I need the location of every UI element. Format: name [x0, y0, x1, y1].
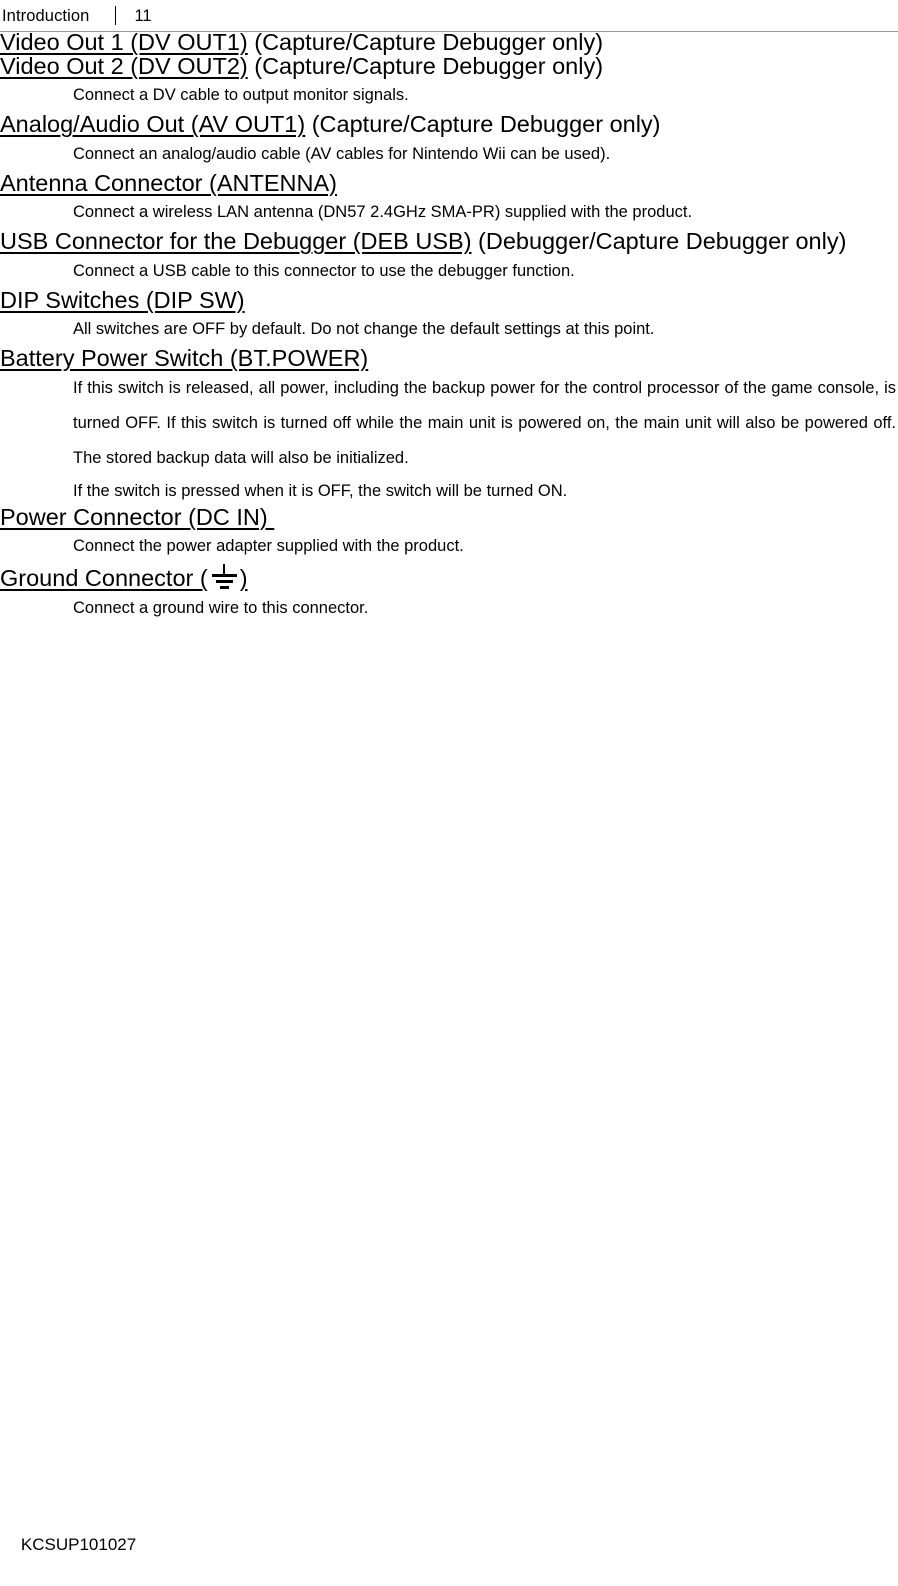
ground-symbol-bar-3 — [219, 586, 229, 589]
section-heading-video-out-2: Video Out 2 (DV OUT2) (Capture/Capture D… — [0, 52, 898, 79]
section-body-video-out-2: Connect a DV cable to output monitor sig… — [73, 86, 409, 104]
section-heading-battery-power-switch-term: Battery Power Switch (BT.POWER) — [0, 345, 369, 371]
section-heading-video-out-2-qualifier: (Capture/Capture Debugger only) — [247, 52, 604, 79]
section-body-battery-power-switch-1: If this switch is released, all power, i… — [73, 378, 896, 467]
section-heading-analog-audio-out: Analog/Audio Out (AV OUT1) (Capture/Capt… — [0, 111, 898, 137]
section-heading-video-out-2-term: Video Out 2 (DV OUT2) — [0, 52, 248, 79]
section-heading-dip-switches: DIP Switches (DIP SW) — [0, 286, 898, 313]
document-page: Introduction 11 Video Out 1 (DV OUT1) (C… — [0, 0, 898, 1586]
page-footer: KCSUP101027 — [2, 1512, 136, 1578]
page-content: Video Out 1 (DV OUT1) (Capture/Capture D… — [0, 29, 898, 626]
section-heading-video-out-1-term: Video Out 1 (DV OUT1) — [0, 29, 248, 55]
section-body-battery-power-switch-2: If the switch is pressed when it is OFF,… — [73, 481, 568, 500]
section-heading-antenna-connector-term: Antenna Connector (ANTENNA) — [0, 169, 337, 196]
section-body-dip-switches: All switches are OFF by default. Do not … — [73, 320, 655, 338]
section-heading-ground-connector-wrapper: Ground Connector () — [0, 564, 248, 591]
section-heading-antenna-connector: Antenna Connector (ANTENNA) — [0, 169, 898, 196]
ground-symbol-bar-1 — [211, 574, 237, 577]
section-heading-dip-switches-term: DIP Switches (DIP SW) — [0, 286, 245, 313]
section-body-analog-audio-out: Connect an analog/audio cable (AV cables… — [73, 144, 611, 163]
section-heading-power-connector-term: Power Connector (DC IN) — [0, 503, 275, 530]
section-body-usb-connector-debugger: Connect a USB cable to this connector to… — [73, 261, 575, 280]
header-page-number: 11 — [134, 6, 152, 25]
section-heading-usb-connector-debugger-term: USB Connector for the Debugger (DEB USB) — [0, 228, 472, 254]
section-heading-analog-audio-out-term: Analog/Audio Out (AV OUT1) — [0, 111, 306, 137]
header-section-title: Introduction — [2, 6, 90, 25]
footer-document-code: KCSUP101027 — [20, 1535, 137, 1554]
section-heading-video-out-1-qualifier: (Capture/Capture Debugger only) — [247, 29, 604, 55]
header-divider-icon — [115, 6, 117, 25]
section-heading-usb-connector-debugger-qualifier: (Debugger/Capture Debugger only) — [471, 228, 847, 254]
section-body-antenna-connector: Connect a wireless LAN antenna (DN57 2.4… — [73, 203, 693, 221]
section-heading-usb-connector-debugger: USB Connector for the Debugger (DEB USB)… — [0, 228, 898, 254]
section-heading-power-connector: Power Connector (DC IN) — [0, 503, 898, 530]
section-heading-ground-connector: Ground Connector () — [0, 564, 898, 591]
section-body-power-connector: Connect the power adapter supplied with … — [73, 537, 464, 555]
section-body-ground-connector: Connect a ground wire to this connector. — [73, 598, 369, 617]
section-heading-ground-connector-term-close: ) — [239, 565, 248, 591]
section-heading-ground-connector-term: Ground Connector ( — [0, 565, 208, 591]
page-header: Introduction 11 — [0, 0, 898, 31]
ground-earth-symbol-icon — [209, 564, 239, 590]
section-heading-analog-audio-out-qualifier: (Capture/Capture Debugger only) — [305, 111, 661, 137]
section-heading-battery-power-switch: Battery Power Switch (BT.POWER) — [0, 345, 898, 371]
section-heading-video-out-1: Video Out 1 (DV OUT1) (Capture/Capture D… — [0, 29, 898, 55]
ground-symbol-bar-2 — [215, 580, 233, 583]
